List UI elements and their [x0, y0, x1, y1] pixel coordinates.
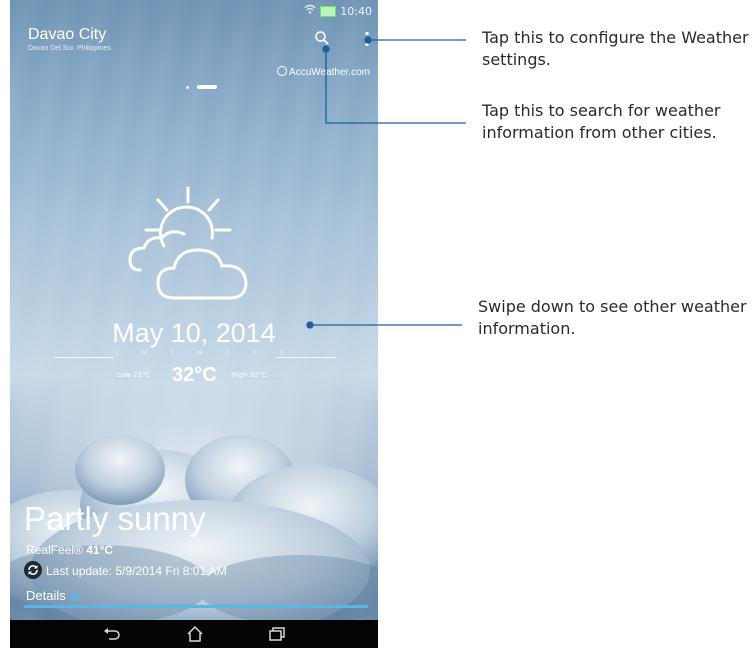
weekday-label[interactable]: M — [142, 350, 147, 357]
divider-left — [54, 357, 114, 358]
search-icon[interactable] — [314, 30, 330, 46]
expand-arrow-icon — [69, 592, 80, 599]
region-name: Davao Del Sur, Philippines — [28, 45, 111, 52]
accuweather-sun-icon — [277, 66, 288, 76]
weekday-label[interactable]: T — [170, 350, 174, 357]
battery-icon — [320, 6, 336, 17]
navigation-bar — [10, 620, 378, 648]
callout-settings: Tap this to configure the Weather settin… — [482, 28, 749, 69]
refresh-icon[interactable] — [24, 561, 42, 579]
status-bar: 10:40 — [10, 0, 378, 22]
page-indicator-dot — [186, 86, 189, 89]
wifi-icon — [304, 4, 316, 14]
current-temperature: 32°C — [172, 364, 217, 386]
back-icon[interactable] — [103, 626, 121, 642]
accuweather-logo[interactable]: AccuWeather.com — [277, 66, 370, 78]
last-update-text: Last update: 5/9/2014 Fri 8:01 AM — [46, 564, 227, 578]
weekday-label[interactable]: S — [115, 350, 119, 357]
weekday-label[interactable]: T — [226, 350, 230, 357]
weather-condition: Partly sunny — [24, 500, 206, 537]
callout-search: Tap this to search for weather informati… — [482, 101, 721, 142]
callout-swipe: Swipe down to see other weather informat… — [478, 297, 747, 338]
low-temperature: Low 23°C — [117, 371, 151, 379]
weather-app-screen[interactable]: 10:40 Davao City Davao Del Sur, Philippi… — [10, 0, 378, 648]
realfeel-value: 41°C — [86, 543, 114, 557]
provider-label: AccuWeather.com — [289, 67, 370, 78]
weekday-row: S M T W T F S — [115, 350, 283, 357]
partly-sunny-icon — [128, 186, 248, 300]
weekday-label[interactable]: S — [279, 350, 283, 357]
details-label: Details — [26, 588, 66, 603]
divider-right — [276, 357, 336, 358]
city-name: Davao City — [28, 26, 107, 43]
details-toggle[interactable]: Details — [26, 588, 80, 603]
page-indicator-active — [197, 85, 217, 89]
home-icon[interactable] — [186, 625, 204, 643]
details-underline — [24, 605, 368, 608]
week-divider — [54, 357, 336, 358]
status-time: 10:40 — [340, 5, 372, 18]
realfeel-label: RealFeel® — [26, 543, 83, 557]
forecast-date: May 10, 2014 — [112, 318, 276, 348]
more-options-icon[interactable] — [363, 31, 371, 47]
realfeel-row: RealFeel® 41°C — [26, 543, 113, 557]
high-temperature: High 32°C — [231, 371, 267, 379]
weekday-label[interactable]: W — [197, 350, 203, 357]
recent-apps-icon[interactable] — [268, 626, 286, 642]
weekday-label[interactable]: F — [253, 350, 256, 357]
